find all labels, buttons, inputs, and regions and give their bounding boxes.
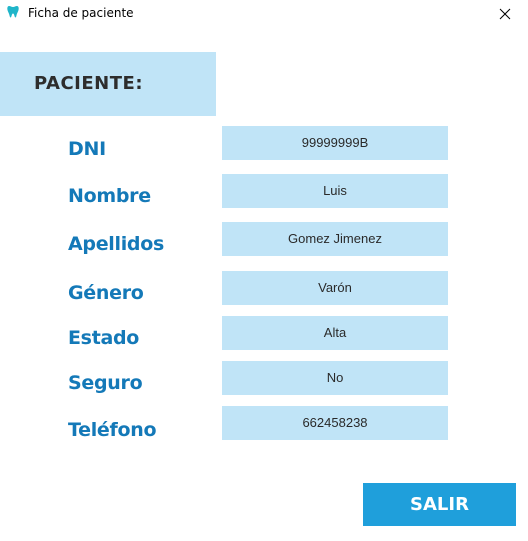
patient-header-panel: PACIENTE:	[0, 52, 216, 116]
close-button[interactable]	[482, 0, 528, 28]
telefono-field[interactable]: 662458238	[222, 406, 448, 440]
window-title: Ficha de paciente	[28, 6, 134, 20]
seguro-field[interactable]: No	[222, 361, 448, 395]
telefono-label: Teléfono	[68, 419, 157, 441]
exit-button[interactable]: SALIR	[363, 483, 516, 526]
nombre-field[interactable]: Luis	[222, 174, 448, 208]
apellidos-field[interactable]: Gomez Jimenez	[222, 222, 448, 256]
genero-field[interactable]: Varón	[222, 271, 448, 305]
estado-field[interactable]: Alta	[222, 316, 448, 350]
dni-field[interactable]: 99999999B	[222, 126, 448, 160]
seguro-label: Seguro	[68, 372, 143, 394]
tooth-icon	[7, 6, 19, 18]
dni-label: DNI	[68, 138, 106, 160]
patient-header-title: PACIENTE:	[34, 73, 144, 94]
title-bar: Ficha de paciente	[0, 0, 528, 28]
estado-label: Estado	[68, 327, 140, 349]
genero-label: Género	[68, 282, 144, 304]
apellidos-label: Apellidos	[68, 233, 164, 255]
nombre-label: Nombre	[68, 185, 151, 207]
close-icon	[499, 8, 511, 20]
